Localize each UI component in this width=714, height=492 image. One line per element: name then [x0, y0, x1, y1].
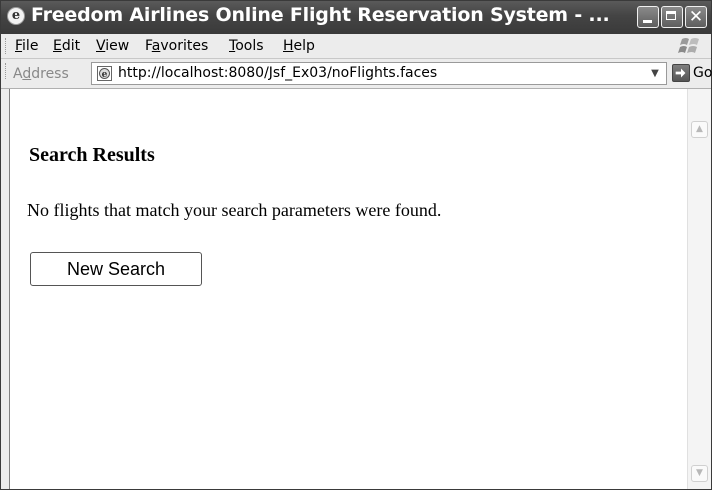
menu-edit[interactable]: Edit: [53, 38, 80, 54]
minimize-button[interactable]: [637, 6, 659, 28]
web-page-icon: e: [97, 66, 112, 81]
toolbar-grip[interactable]: [5, 63, 8, 79]
address-dropdown-button[interactable]: ▼: [644, 63, 666, 84]
address-input[interactable]: e http://localhost:8080/Jsf_Ex03/noFligh…: [91, 62, 667, 85]
window-title: Freedom Airlines Online Flight Reservati…: [31, 4, 610, 26]
maximize-button[interactable]: [661, 6, 683, 28]
ie-page-icon[interactable]: e: [7, 7, 25, 25]
close-icon: ✕: [688, 7, 704, 27]
scroll-down-icon[interactable]: ▼: [691, 465, 708, 482]
address-label: Address: [13, 66, 69, 82]
go-button[interactable]: Go: [693, 65, 712, 81]
scroll-up-icon[interactable]: ▲: [691, 121, 708, 138]
menu-help[interactable]: Help: [283, 38, 315, 54]
page-content: Search Results No flights that match you…: [9, 89, 687, 489]
address-bar: Address e http://localhost:8080/Jsf_Ex03…: [1, 59, 712, 89]
menu-tools[interactable]: Tools: [229, 38, 264, 54]
no-results-message: No flights that match your search parame…: [27, 200, 442, 220]
title-bar[interactable]: e Freedom Airlines Online Flight Reserva…: [1, 1, 711, 34]
browser-window: e Freedom Airlines Online Flight Reserva…: [0, 0, 712, 490]
windows-logo-icon: [678, 38, 699, 53]
vertical-scrollbar[interactable]: ▲ ▼: [687, 89, 711, 489]
page-title: Search Results: [29, 144, 155, 166]
address-url[interactable]: http://localhost:8080/Jsf_Ex03/noFlights…: [118, 65, 437, 81]
toolbar-grip[interactable]: [5, 38, 8, 54]
new-search-button[interactable]: New Search: [30, 252, 202, 286]
go-arrow-icon[interactable]: [672, 64, 690, 82]
menu-bar: File Edit View Favorites Tools Help: [1, 34, 711, 59]
window-frame-left: [1, 89, 9, 489]
close-button[interactable]: ✕: [685, 6, 707, 28]
menu-view[interactable]: View: [96, 38, 129, 54]
menu-file[interactable]: File: [15, 38, 38, 54]
menu-favorites[interactable]: Favorites: [145, 38, 208, 54]
svg-text:e: e: [102, 70, 108, 80]
